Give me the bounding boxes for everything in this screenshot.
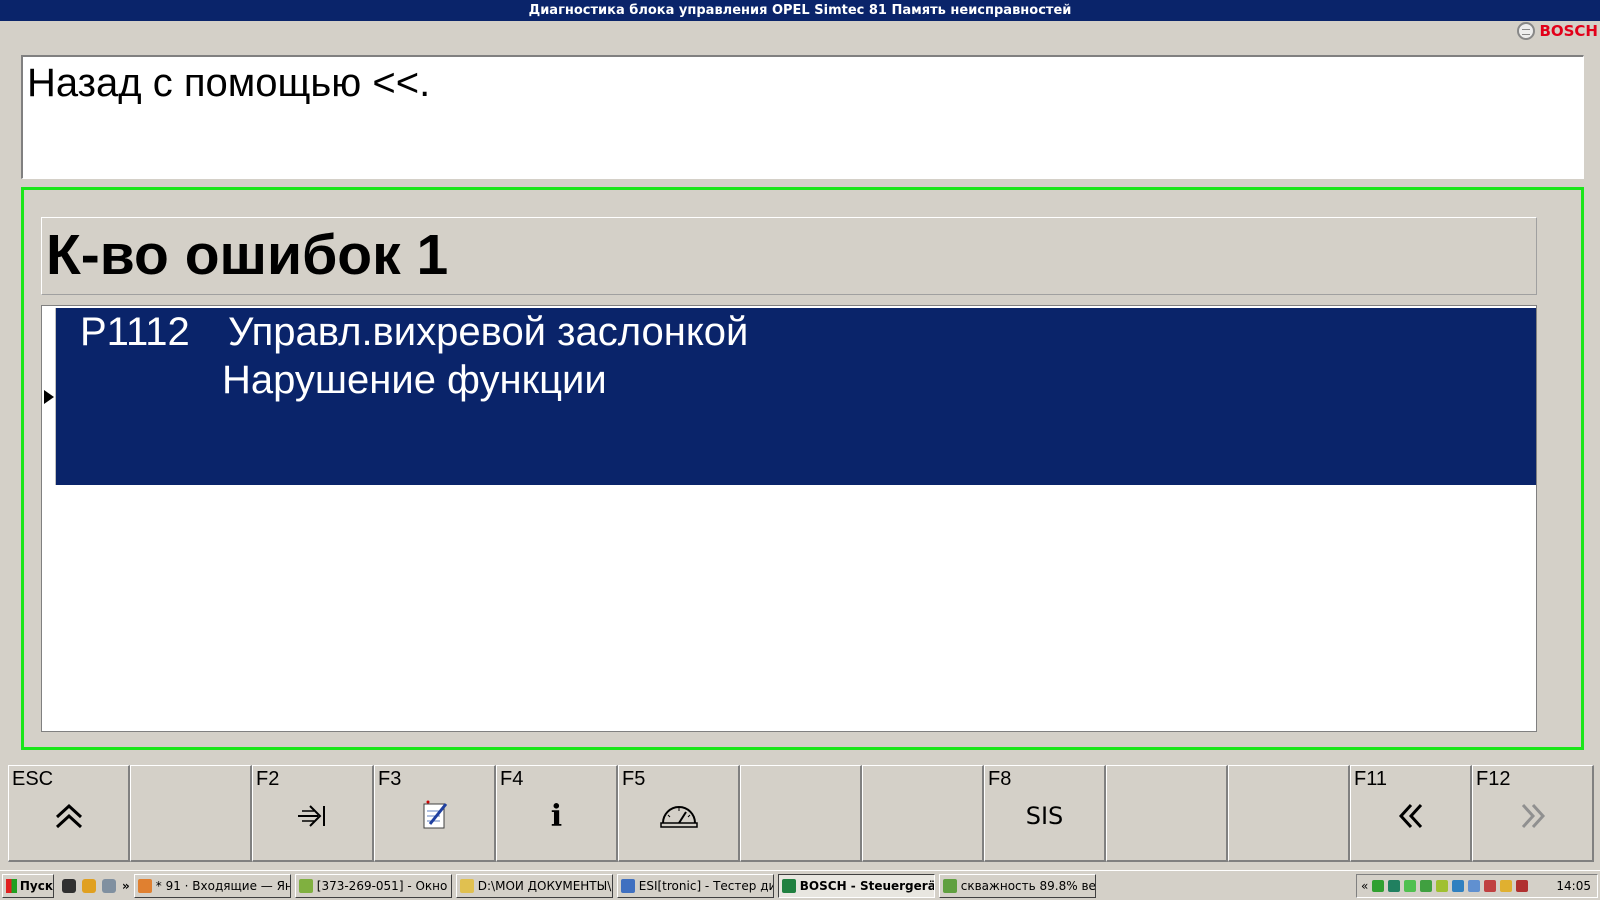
- fkey-label: F12: [1476, 768, 1511, 790]
- fault-component: Управл.вихревой заслонкой: [228, 310, 749, 354]
- fault-row[interactable]: P1112 Управл.вихревой заслонкой Нарушени…: [56, 308, 1536, 485]
- fault-code: P1112: [80, 310, 190, 354]
- app-icon: [298, 878, 313, 893]
- quicklaunch-desktop-icon[interactable]: [102, 878, 116, 893]
- taskbar-item[interactable]: D:\МОИ ДОКУМЕНТЫ\М...: [455, 873, 613, 898]
- tray-icon[interactable]: [1484, 880, 1497, 892]
- tray-icon[interactable]: [1372, 880, 1385, 892]
- app-icon: [942, 878, 957, 893]
- taskbar-item-active[interactable]: BOSCH - Steuergerät...: [777, 873, 935, 898]
- f12-forward-button[interactable]: F12: [1472, 765, 1594, 862]
- folder-icon: [459, 878, 474, 893]
- fault-status: Нарушение функции: [222, 358, 607, 402]
- row-pointer-icon: [44, 390, 54, 404]
- app-icon: [781, 878, 796, 893]
- f8-sis-button[interactable]: F8 SIS: [984, 765, 1106, 862]
- fault-list[interactable]: P1112 Управл.вихревой заслонкой Нарушени…: [41, 305, 1537, 732]
- taskbar: Пуск » * 91 · Входящие — Янд... [373-269…: [0, 870, 1600, 900]
- app-icon: [137, 878, 152, 893]
- edit-notepad-icon: [375, 796, 494, 836]
- brand-bar: BOSCH: [0, 21, 1600, 41]
- taskbar-item[interactable]: * 91 · Входящие — Янд...: [133, 873, 291, 898]
- taskbar-item[interactable]: скважность 89.8% век...: [938, 873, 1096, 898]
- taskbar-item-label: * 91 · Входящие — Янд...: [155, 878, 290, 893]
- taskbar-item-label: скважность 89.8% век...: [960, 878, 1096, 893]
- window-titlebar: Диагностика блока управления OPEL Simtec…: [0, 0, 1600, 21]
- f11-back-button[interactable]: F11: [1350, 765, 1472, 862]
- message-box: Назад с помощью <<.: [21, 55, 1584, 179]
- quicklaunch-browser-icon[interactable]: [82, 878, 96, 893]
- fkey-label: F4: [500, 768, 524, 790]
- empty-fkey: [1106, 765, 1228, 862]
- windows-logo-icon: [6, 878, 17, 893]
- empty-fkey: [740, 765, 862, 862]
- f4-button[interactable]: F4 i: [496, 765, 618, 862]
- f3-button[interactable]: F3: [374, 765, 496, 862]
- row-marker: [42, 308, 56, 485]
- quicklaunch-more-icon[interactable]: »: [122, 879, 130, 893]
- tray-icon[interactable]: [1436, 880, 1449, 892]
- taskbar-item-label: D:\МОИ ДОКУМЕНТЫ\М...: [477, 878, 612, 893]
- double-up-icon: [9, 796, 128, 836]
- sis-label: SIS: [1025, 802, 1064, 830]
- brand: BOSCH: [1517, 22, 1598, 40]
- taskbar-item-label: ESI[tronic] - Тестер диа...: [638, 878, 773, 893]
- fault-count-title: К-во ошибок 1: [46, 223, 449, 287]
- taskbar-item[interactable]: ESI[tronic] - Тестер диа...: [616, 873, 774, 898]
- empty-fkey: [130, 765, 252, 862]
- fkey-label: F5: [622, 768, 646, 790]
- taskbar-item-label: [373-269-051] - Окно со...: [316, 878, 451, 893]
- info-icon: i: [550, 798, 563, 834]
- mail-icon[interactable]: [1500, 880, 1513, 892]
- bosch-logo-icon: [1517, 22, 1536, 40]
- function-key-bar: ESC F2 F3 F4 i F5 F8 SIS F11 F12: [0, 765, 1600, 862]
- fkey-label: F2: [256, 768, 280, 790]
- fault-memory-panel: К-во ошибок 1 P1112 Управл.вихревой засл…: [21, 187, 1584, 750]
- message-text: Назад с помощью <<.: [27, 61, 431, 105]
- tray-icon[interactable]: [1468, 880, 1481, 892]
- gauge-icon: [619, 796, 738, 836]
- fault-count-header: К-во ошибок 1: [41, 217, 1537, 295]
- start-button[interactable]: Пуск: [2, 873, 54, 898]
- arrow-into-icon: [253, 796, 372, 836]
- system-tray: « 14:05: [1356, 874, 1598, 898]
- quick-launch: [62, 878, 116, 893]
- clock: 14:05: [1556, 879, 1591, 893]
- quicklaunch-app-icon[interactable]: [62, 878, 76, 893]
- tray-icon[interactable]: [1420, 880, 1433, 892]
- start-label: Пуск: [19, 878, 53, 893]
- app-icon: [620, 878, 635, 893]
- fkey-label: F3: [378, 768, 402, 790]
- fkey-label: F8: [988, 768, 1012, 790]
- taskbar-item[interactable]: [373-269-051] - Окно со...: [294, 873, 452, 898]
- brand-name: BOSCH: [1539, 22, 1598, 40]
- f2-button[interactable]: F2: [252, 765, 374, 862]
- f5-button[interactable]: F5: [618, 765, 740, 862]
- window-title: Диагностика блока управления OPEL Simtec…: [528, 3, 1072, 18]
- fkey-label: ESC: [12, 768, 54, 790]
- empty-fkey: [1228, 765, 1350, 862]
- empty-fkey: [862, 765, 984, 862]
- volume-icon[interactable]: [1516, 880, 1529, 892]
- tray-expand-icon[interactable]: «: [1361, 879, 1368, 893]
- tray-icon[interactable]: [1404, 880, 1417, 892]
- tray-icon[interactable]: [1388, 880, 1401, 892]
- double-right-icon: [1473, 796, 1592, 836]
- fkey-label: F11: [1354, 768, 1387, 790]
- taskbar-item-label: BOSCH - Steuergerät...: [799, 878, 935, 893]
- esc-button[interactable]: ESC: [8, 765, 130, 862]
- tray-icon[interactable]: [1452, 880, 1465, 892]
- double-left-icon: [1351, 796, 1470, 836]
